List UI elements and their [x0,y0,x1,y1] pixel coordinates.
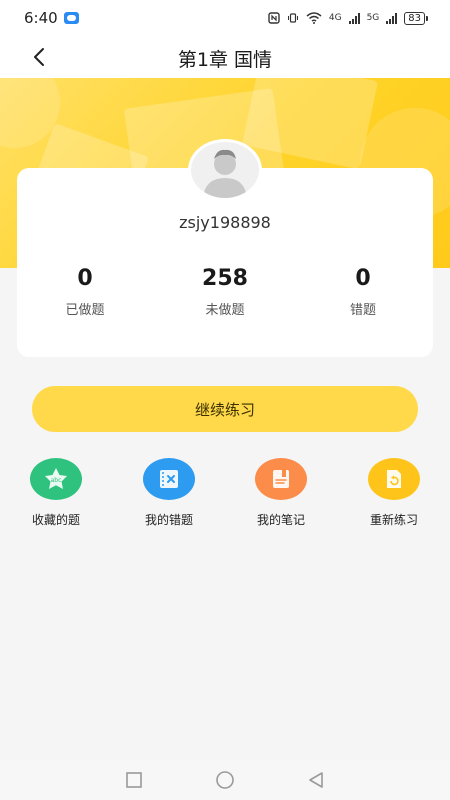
page-title: 第1章 国情 [177,49,273,71]
wrong-questions-label: 我的错题 [144,513,193,527]
notebook-icon [255,458,307,500]
circle-home-icon[interactable] [215,770,235,790]
battery-icon: 83 [404,11,428,25]
wifi-icon [306,12,322,24]
refresh-doc-icon [368,458,420,500]
signal-strength-icon [348,12,360,24]
continue-practice-button[interactable]: 继续练习 [32,386,418,432]
stat-undone-label: 未做题 [205,303,245,318]
status-time: 6:40 [24,9,58,27]
stat-undone: 258 未做题 [165,266,285,318]
restart-practice-action[interactable]: 重新练习 [349,458,439,528]
svg-text:abc: abc [51,477,62,484]
notes-label: 我的笔记 [256,513,305,527]
wrong-questions-action[interactable]: 我的错题 [124,458,214,528]
stat-done-value: 0 [77,266,93,291]
stat-wrong-value: 0 [355,266,371,291]
star-icon: abc [30,458,82,500]
battery-level: 83 [404,11,425,25]
stat-wrong-label: 错题 [349,303,376,318]
default-user-avatar-icon [188,139,262,201]
stat-undone-value: 258 [202,266,248,291]
network-5g-label: 5G [366,13,380,23]
stat-done: 0 已做题 [25,266,145,318]
username: zsjy198898 [179,213,271,232]
status-left: 6:40 [24,9,79,27]
message-notification-icon [63,12,79,24]
status-bar: 6:40 4G 5G 83 [0,0,450,36]
status-right: 4G 5G 83 [268,11,428,25]
square-recent-icon[interactable] [125,771,143,789]
network-4g-label: 4G [328,13,342,23]
signal-strength-icon-2 [386,12,398,24]
nfc-icon [268,12,280,24]
vibrate-icon [287,13,298,23]
title-bar: 第1章 国情 [0,36,450,78]
stat-wrong: 0 错题 [303,266,423,318]
favorites-label: 收藏的题 [31,513,80,527]
wrong-book-icon [143,458,195,500]
system-nav-bar [0,760,450,800]
triangle-back-icon[interactable] [307,771,325,789]
stat-done-label: 已做题 [65,303,105,318]
favorites-action[interactable]: abc 收藏的题 [11,458,101,528]
restart-practice-label: 重新练习 [369,513,418,527]
notes-action[interactable]: 我的笔记 [236,458,326,528]
